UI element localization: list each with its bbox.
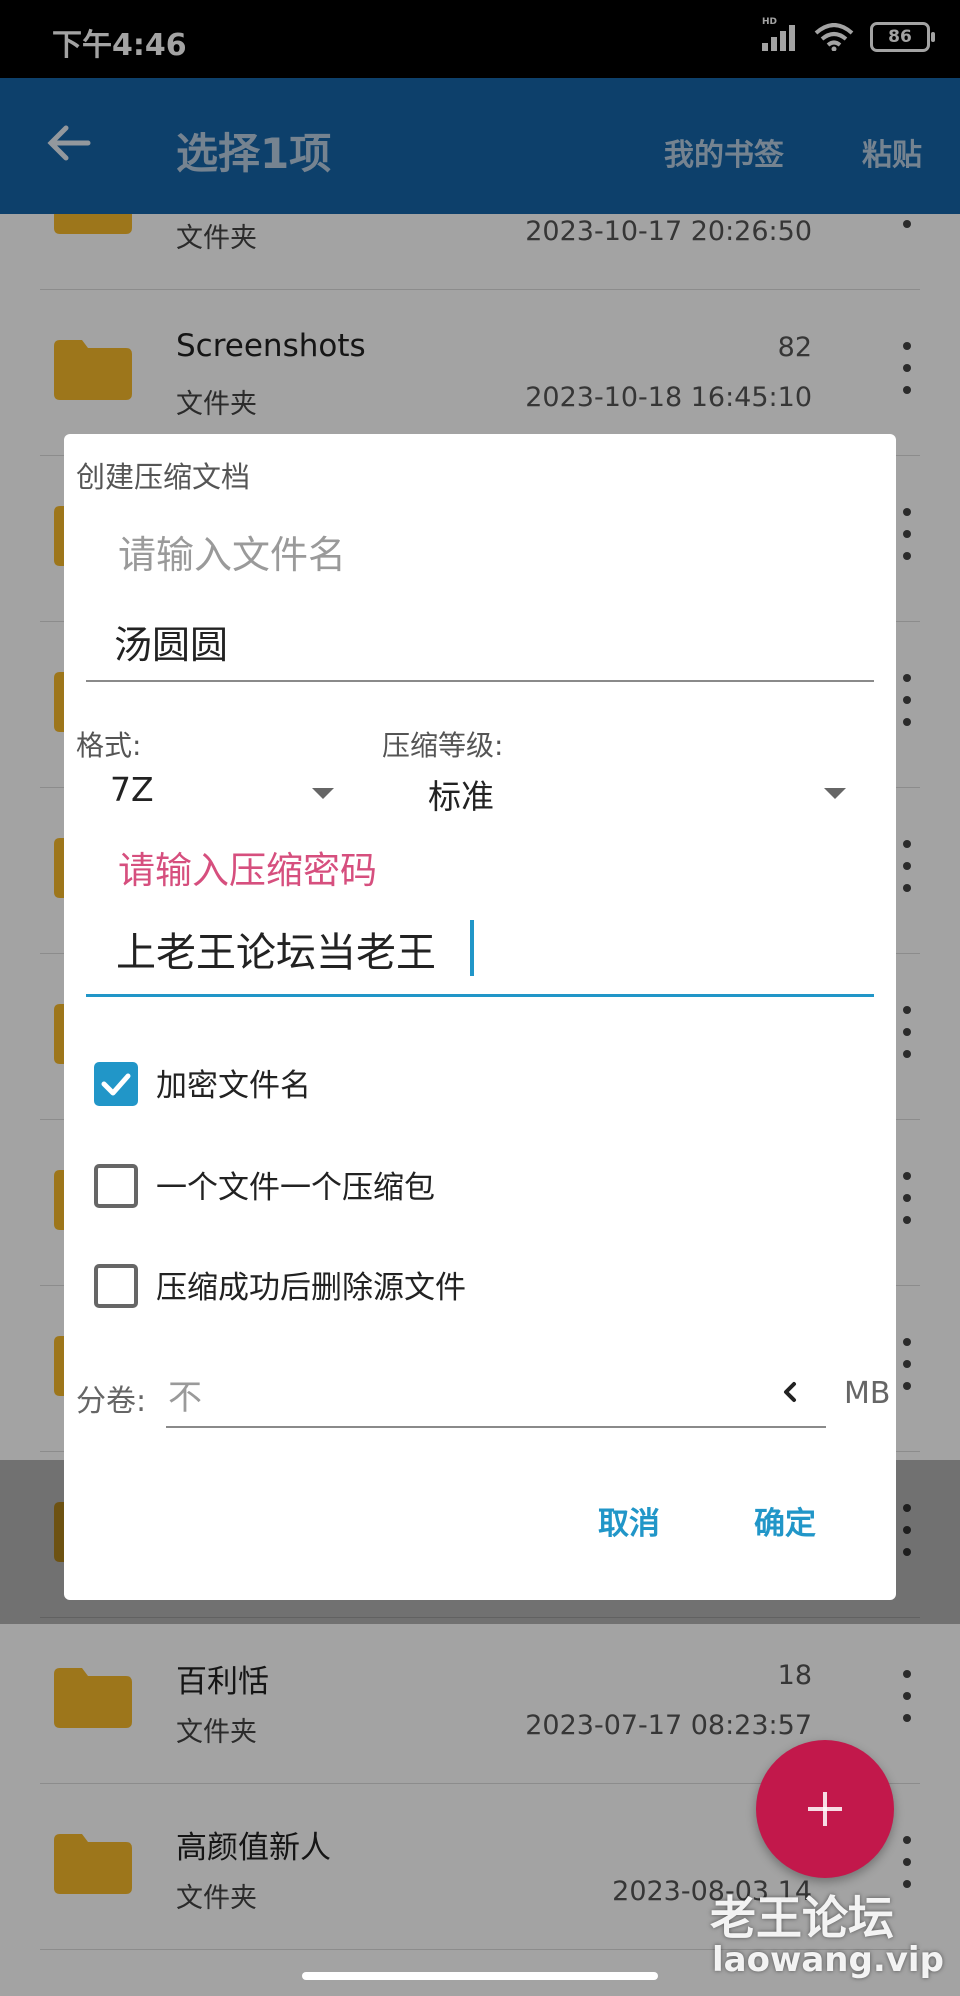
password-hint: 请输入压缩密码: [118, 849, 377, 892]
one-archive-per-file-checkbox[interactable]: [94, 1164, 138, 1208]
filename-hint: 请输入文件名: [118, 533, 347, 577]
encrypt-filenames-label[interactable]: 加密文件名: [156, 1060, 311, 1105]
delete-source-checkbox[interactable]: [94, 1264, 138, 1308]
split-input[interactable]: 不: [168, 1370, 202, 1419]
password-underline: [86, 994, 874, 997]
split-underline: [166, 1426, 826, 1428]
split-unit: MB: [844, 1376, 891, 1411]
check-icon: [101, 1073, 131, 1096]
cancel-button[interactable]: 取消: [598, 1498, 660, 1543]
text-cursor: [470, 920, 474, 976]
home-indicator[interactable]: [302, 1972, 658, 1980]
level-label: 压缩等级:: [382, 729, 504, 762]
level-dropdown-icon[interactable]: [824, 788, 846, 799]
filename-underline: [86, 680, 874, 682]
filename-input[interactable]: 汤圆圆: [114, 614, 228, 669]
dialog-title: 创建压缩文档: [76, 460, 251, 494]
encrypt-filenames-checkbox[interactable]: [94, 1062, 138, 1106]
split-label: 分卷:: [76, 1384, 147, 1419]
watermark-logo: 老王论坛: [710, 1891, 894, 1945]
format-label: 格式:: [76, 729, 142, 762]
create-archive-dialog: 创建压缩文档 请输入文件名 汤圆圆 格式: 压缩等级: 7Z 标准 请输入压缩密…: [64, 434, 896, 1600]
level-select[interactable]: 标准: [428, 770, 494, 818]
confirm-button[interactable]: 确定: [754, 1498, 816, 1543]
one-archive-per-file-label[interactable]: 一个文件一个压缩包: [156, 1162, 435, 1207]
watermark-url: laowang.vip: [712, 1940, 944, 1980]
format-select[interactable]: 7Z: [110, 770, 154, 809]
chevron-left-icon[interactable]: [780, 1380, 800, 1404]
delete-source-label[interactable]: 压缩成功后删除源文件: [156, 1262, 466, 1307]
format-dropdown-icon[interactable]: [312, 788, 334, 799]
password-input[interactable]: 上老王论坛当老王: [116, 920, 436, 978]
add-fab-button[interactable]: [756, 1740, 894, 1878]
